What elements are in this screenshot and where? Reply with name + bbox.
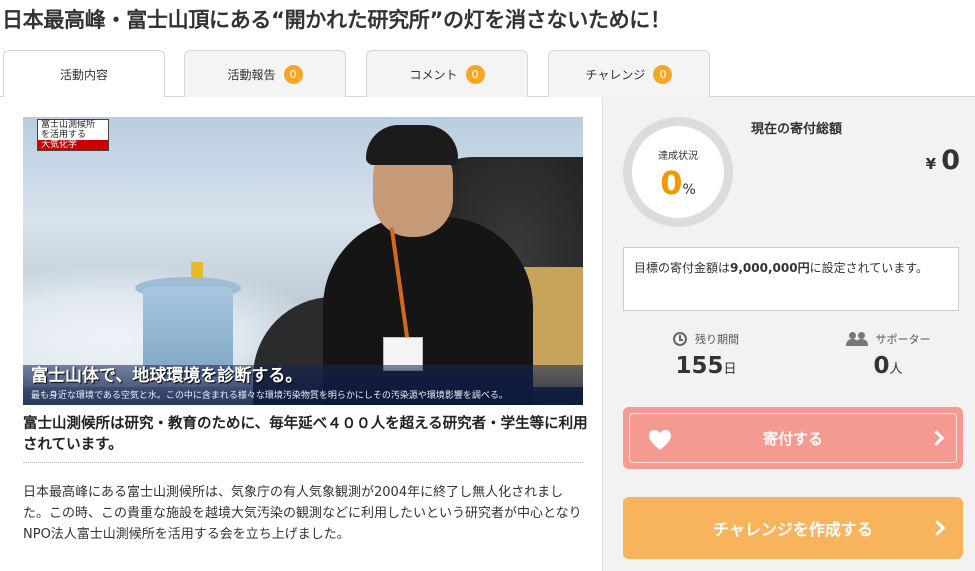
remaining-days: 残り期間 155日: [631, 331, 781, 379]
total-label: 現在の寄付総額: [751, 122, 843, 137]
donate-label: 寄付する: [762, 429, 823, 448]
progress-ring: 達成状況 0%: [623, 117, 733, 227]
total-amount: ¥ 0: [926, 145, 960, 176]
remaining-label: 残り期間: [695, 333, 739, 346]
content-panel: 富士山測候所 を活用する 大気化学 富士山体で、地球環境を診断する。 最も身近な…: [0, 97, 603, 571]
count-badge: 0: [283, 64, 303, 84]
divider: [23, 462, 583, 463]
heart-icon: [649, 430, 671, 450]
tab-challenge-label: チャレンジ: [585, 67, 646, 82]
people-icon: [845, 332, 868, 346]
progress-label: 達成状況: [658, 151, 698, 162]
hero-caption: 富士山体で、地球環境を診断する。: [31, 366, 303, 386]
goal-box: 目標の寄付金額は9,000,000円に設定されています。: [623, 247, 959, 311]
supporters: サポーター 0人: [813, 331, 963, 379]
chevron-right-icon: [929, 520, 946, 536]
tab-bar: 活動内容 活動報告 0 コメント 0 チャレンジ 0: [0, 50, 975, 98]
challenge-label: チャレンジを作成する: [713, 520, 873, 539]
hero-tag-line: を活用する: [41, 130, 87, 140]
page-title: 日本最高峰・富士山頂にある“開かれた研究所”の灯を消さないために！: [2, 8, 671, 32]
total-amount-value: 0: [941, 145, 960, 176]
tab-activity[interactable]: 活動内容: [3, 50, 165, 98]
currency-symbol: ¥: [925, 155, 937, 173]
hero-tag-line: 富士山測候所: [41, 120, 96, 130]
supporters-value: 0: [873, 353, 890, 379]
body-text: 日本最高峰にある富士山測候所は、気象庁の有人気象観測が2004年に終了し無人化さ…: [23, 485, 582, 542]
chevron-right-icon: [928, 430, 945, 446]
tab-comments[interactable]: コメント 0: [366, 50, 528, 97]
donate-button[interactable]: 寄付する: [623, 407, 963, 469]
count-badge: 0: [653, 64, 673, 84]
sidebar: 達成状況 0% 現在の寄付総額 ¥ 0 目標の寄付金額は9,000,000円に設…: [603, 97, 975, 571]
tab-comments-label: コメント: [409, 67, 458, 82]
create-challenge-button[interactable]: チャレンジを作成する: [623, 497, 963, 559]
main-area: 富士山測候所 を活用する 大気化学 富士山体で、地球環境を診断する。 最も身近な…: [0, 97, 975, 571]
tab-reports[interactable]: 活動報告 0: [184, 50, 346, 97]
goal-amount: 9,000,000円: [730, 261, 810, 275]
tab-activity-label: 活動内容: [59, 68, 108, 82]
hero-tag: 富士山測候所 を活用する 大気化学: [37, 119, 109, 151]
lead-text: 富士山測候所は研究・教育のために、毎年延べ４００人を超える研究者・学生等に利用さ…: [23, 416, 588, 453]
progress-value: 0%: [660, 164, 696, 202]
hero-image: 富士山測候所 を活用する 大気化学 富士山体で、地球環境を診断する。 最も身近な…: [23, 117, 583, 405]
tab-challenge[interactable]: チャレンジ 0: [548, 50, 710, 97]
hero-subcaption: 最も身近な環境である空気と水。この中に含まれる様々な環境汚染物質を明らかにしその…: [31, 391, 508, 401]
remaining-value: 155: [675, 353, 724, 379]
clock-icon: [673, 332, 687, 346]
count-badge: 0: [465, 64, 485, 84]
supporters-label: サポーター: [875, 333, 931, 346]
hero-tag-line: 大気化学: [38, 140, 108, 150]
tab-reports-label: 活動報告: [227, 67, 276, 82]
